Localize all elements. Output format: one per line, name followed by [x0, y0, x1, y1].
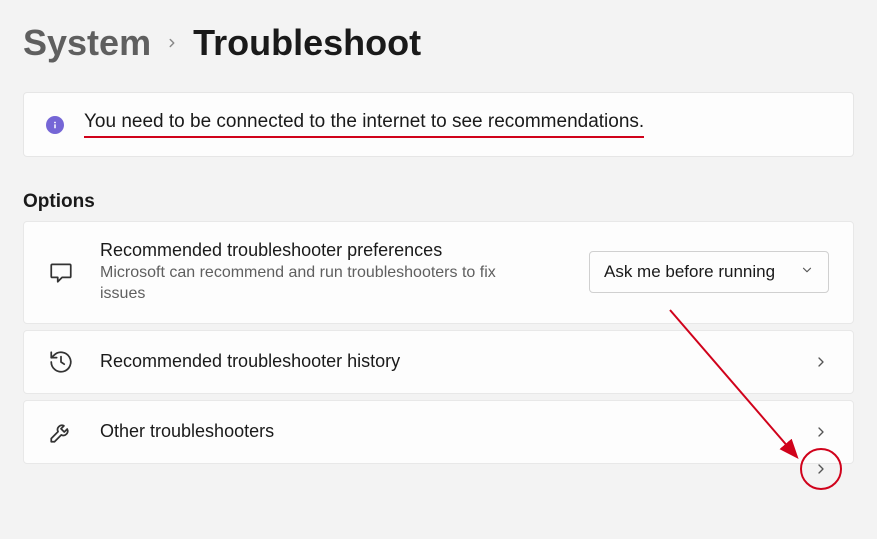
breadcrumb-parent[interactable]: System [23, 22, 151, 64]
info-banner: You need to be connected to the internet… [23, 92, 854, 157]
troubleshooter-history-row[interactable]: Recommended troubleshooter history [23, 330, 854, 394]
chevron-right-icon [813, 354, 829, 370]
history-icon [48, 349, 74, 375]
chevron-down-icon [800, 262, 814, 282]
pref-title: Recommended troubleshooter preferences [100, 240, 563, 261]
breadcrumb: System Troubleshoot [23, 22, 854, 64]
other-troubleshooters-row[interactable]: Other troubleshooters [23, 400, 854, 464]
pref-desc: Microsoft can recommend and run troubles… [100, 263, 540, 305]
info-banner-text: You need to be connected to the internet… [84, 111, 644, 138]
chevron-right-icon [165, 36, 179, 50]
pref-dropdown[interactable]: Ask me before running [589, 251, 829, 293]
history-title: Recommended troubleshooter history [100, 351, 787, 372]
info-icon [46, 116, 64, 134]
page-title: Troubleshoot [193, 22, 421, 64]
pref-dropdown-value: Ask me before running [604, 262, 775, 282]
other-title: Other troubleshooters [100, 421, 787, 442]
chevron-right-icon [813, 424, 829, 440]
section-heading-options: Options [23, 191, 854, 213]
chat-icon [48, 259, 74, 285]
troubleshooter-preferences-row: Recommended troubleshooter preferences M… [23, 221, 854, 324]
wrench-icon [48, 419, 74, 445]
